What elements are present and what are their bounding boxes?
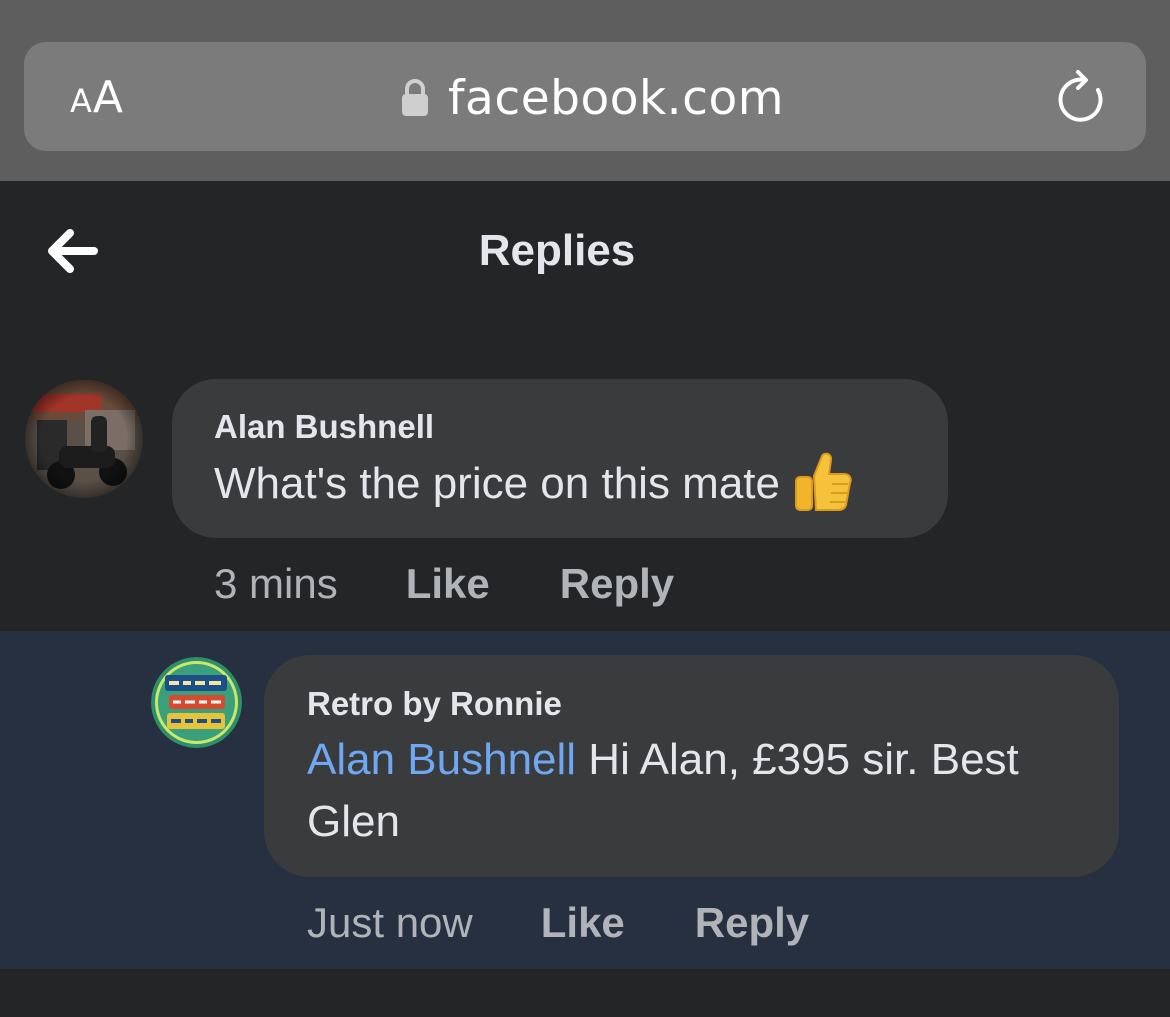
reply-time: Just now xyxy=(307,899,473,946)
reply-meta: Just now Like Reply xyxy=(307,899,809,947)
comment-author[interactable]: Alan Bushnell xyxy=(214,408,434,446)
reply-text: Alan Bushnell Hi Alan, £395 sir. Best Gl… xyxy=(307,729,1019,853)
text-size-big-glyph: A xyxy=(92,72,124,123)
reply-button[interactable]: Reply xyxy=(560,560,674,608)
comment-text-content: What's the price on this mate xyxy=(214,459,780,508)
reply-text-line2: Glen xyxy=(307,797,400,846)
comment-meta: 3 mins Like Reply xyxy=(214,560,674,608)
text-size-button[interactable]: AA xyxy=(70,72,124,123)
reload-icon[interactable] xyxy=(1054,68,1106,124)
like-button[interactable]: Like xyxy=(541,899,625,947)
avatar[interactable] xyxy=(25,380,143,498)
avatar-photo xyxy=(25,380,143,498)
lock-icon xyxy=(402,79,428,116)
mention-link[interactable]: Alan Bushnell xyxy=(307,735,576,784)
reply-text-line1: Hi Alan, £395 sir. Best xyxy=(576,735,1019,784)
url-display[interactable]: facebook.com xyxy=(400,70,784,126)
url-text: facebook.com xyxy=(448,70,784,126)
avatar[interactable] xyxy=(151,657,242,748)
reply-author[interactable]: Retro by Ronnie xyxy=(307,685,562,723)
avatar-logo xyxy=(151,657,242,748)
comment-time: 3 mins xyxy=(214,560,338,607)
comment-text: What's the price on this mate xyxy=(214,453,852,515)
thumbs-up-emoji-icon xyxy=(794,453,852,512)
text-size-small-glyph: A xyxy=(70,82,93,120)
page-title: Replies xyxy=(478,226,636,275)
like-button[interactable]: Like xyxy=(406,560,490,608)
reply-button[interactable]: Reply xyxy=(695,899,809,947)
